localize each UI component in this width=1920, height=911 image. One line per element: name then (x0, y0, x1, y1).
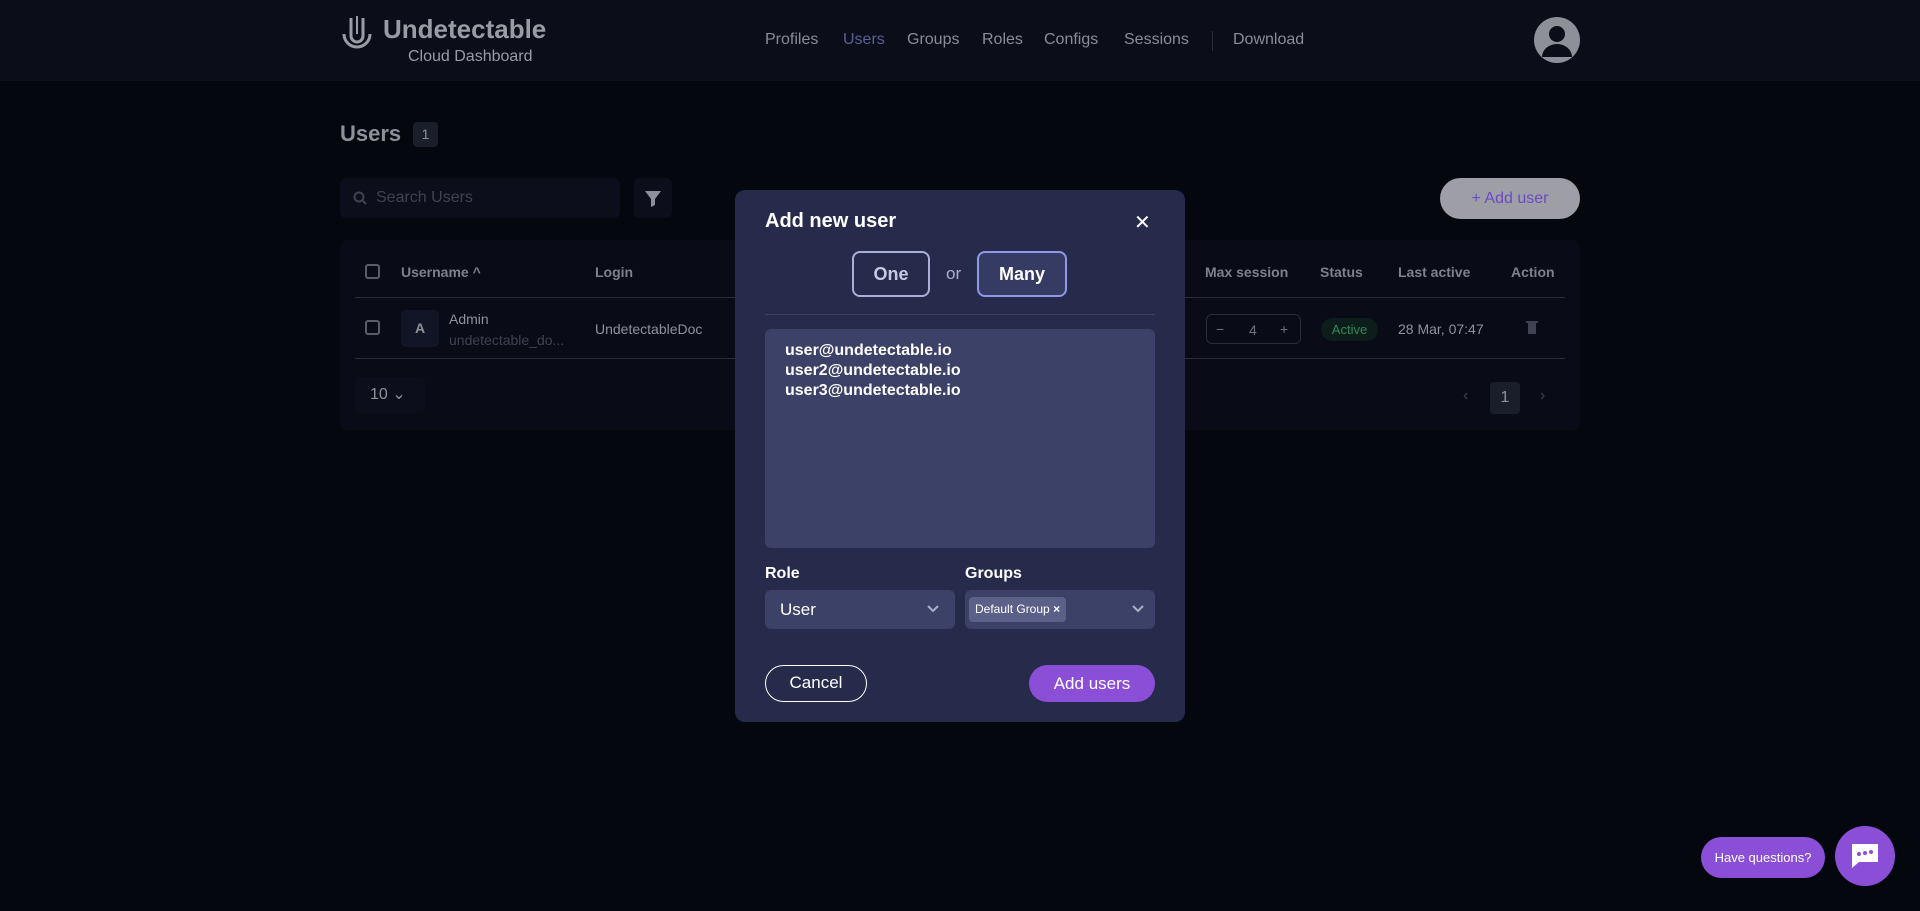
column-max-session: Max session (1205, 264, 1289, 280)
chevron-down-icon (1132, 605, 1144, 613)
row-last-active: 28 Mar, 07:47 (1398, 321, 1484, 337)
row-login: UndetectableDoc (595, 321, 703, 337)
add-user-button[interactable]: + Add user (1440, 178, 1580, 219)
nav-users[interactable]: Users (843, 31, 885, 49)
max-session-value[interactable]: 4 (1249, 322, 1257, 338)
row-avatar: A (401, 310, 439, 347)
close-icon[interactable]: ✕ (1134, 210, 1151, 235)
increment-button[interactable]: + (1280, 321, 1288, 337)
search-icon (353, 191, 367, 205)
user-icon (1542, 26, 1572, 57)
page-title: Users (340, 121, 402, 146)
column-status: Status (1320, 264, 1363, 280)
chevron-down-icon (927, 605, 939, 613)
search-input[interactable]: Search Users (340, 178, 620, 218)
column-last-active: Last active (1398, 264, 1471, 280)
filter-button[interactable] (634, 178, 672, 218)
nav-profiles[interactable]: Profiles (765, 31, 818, 49)
chevron-down-icon: ⌄ (392, 386, 406, 403)
user-avatar-button[interactable] (1534, 17, 1580, 63)
modal-title: Add new user (765, 210, 897, 232)
nav-sessions[interactable]: Sessions (1124, 31, 1189, 49)
group-tag: Default Group × (969, 597, 1067, 622)
role-value: User (780, 600, 816, 619)
trash-icon[interactable] (1526, 320, 1538, 334)
mode-many-button[interactable]: Many (977, 251, 1067, 297)
divider (765, 314, 1155, 315)
row-checkbox[interactable] (365, 320, 380, 335)
nav-configs[interactable]: Configs (1044, 31, 1098, 49)
prev-page-button[interactable]: ‹ (1463, 387, 1468, 405)
role-label: Role (765, 565, 800, 582)
group-tag-label: Default Group (975, 602, 1050, 616)
max-session-stepper[interactable]: − 4 + (1206, 314, 1301, 344)
users-textarea[interactable]: user@undetectable.io user2@undetectable.… (765, 329, 1155, 548)
chat-button[interactable] (1835, 826, 1895, 886)
nav-download[interactable]: Download (1233, 31, 1304, 49)
add-user-label: Add user (1484, 190, 1549, 207)
page-1-button[interactable]: 1 (1490, 382, 1520, 414)
nav-divider (1212, 31, 1213, 51)
mode-one-button[interactable]: One (852, 251, 930, 297)
row-email: undetectable_do... (449, 332, 565, 348)
column-login[interactable]: Login (595, 264, 633, 280)
top-header (0, 0, 1920, 81)
groups-label: Groups (965, 565, 1022, 582)
filter-icon (645, 191, 661, 207)
plus-icon: + (1471, 190, 1485, 207)
status-badge: Active (1321, 318, 1378, 341)
row-username: Admin (449, 311, 489, 327)
groups-select[interactable]: Default Group × (965, 590, 1155, 629)
or-label: or (946, 264, 962, 283)
next-page-button[interactable]: › (1540, 387, 1545, 405)
add-users-button[interactable]: Add users (1029, 665, 1155, 702)
brand-name[interactable]: Undetectable (383, 14, 546, 45)
nav-groups[interactable]: Groups (907, 31, 959, 49)
column-username[interactable]: Username ^ (401, 264, 481, 280)
user-count-badge: 1 (413, 122, 438, 147)
logo-icon (342, 16, 372, 49)
remove-tag-icon[interactable]: × (1053, 602, 1060, 616)
chat-icon (1852, 844, 1878, 868)
select-all-checkbox[interactable] (365, 264, 380, 279)
brand-subtitle: Cloud Dashboard (408, 48, 533, 65)
cancel-button[interactable]: Cancel (765, 665, 867, 702)
nav-roles[interactable]: Roles (982, 31, 1023, 49)
page-size-select[interactable]: 10 ⌄ (355, 377, 425, 413)
column-action: Action (1511, 264, 1555, 280)
have-questions-button[interactable]: Have questions? (1701, 837, 1825, 878)
decrement-button[interactable]: − (1216, 321, 1224, 337)
role-select[interactable]: User (765, 590, 955, 629)
